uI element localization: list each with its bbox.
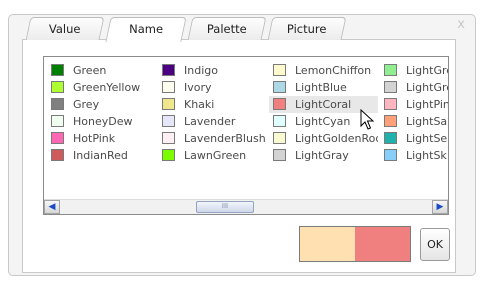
color-name-label: LightGoldenRod (295, 132, 378, 145)
color-swatch (51, 98, 64, 110)
color-swatch (51, 81, 64, 93)
color-swatch (162, 149, 175, 161)
color-swatch (162, 115, 175, 127)
scroll-left-button[interactable]: ◀ (44, 200, 60, 214)
color-list-item[interactable]: HoneyDew (47, 113, 155, 130)
color-list-item[interactable]: Ivory (158, 79, 266, 96)
color-swatch (384, 149, 397, 161)
grip-icon: III (221, 202, 229, 210)
color-name-label: Indigo (184, 64, 218, 77)
tab-name[interactable]: Name (105, 17, 187, 42)
color-list-item[interactable]: LightGoldenRod (269, 130, 378, 147)
color-list-item[interactable]: IndianRed (47, 147, 155, 164)
color-list-item[interactable]: LightSe (380, 130, 448, 147)
color-name-label: IndianRed (73, 149, 128, 162)
color-swatch (273, 115, 286, 127)
color-swatch (273, 64, 286, 76)
color-swatch (384, 115, 397, 127)
color-swatch (51, 149, 64, 161)
color-name-label: LightSa (406, 115, 448, 128)
color-swatch (51, 64, 64, 76)
color-swatch (384, 132, 397, 144)
color-list-item[interactable]: HotPink (47, 130, 155, 147)
color-swatch (162, 81, 175, 93)
color-name-list[interactable]: Green GreenYellow Grey HoneyDew HotPink India… (43, 56, 449, 215)
color-name-label: LightCoral (295, 98, 352, 111)
color-list-item[interactable]: Green (47, 62, 155, 79)
color-swatch (162, 98, 175, 110)
color-swatch (162, 64, 175, 76)
previous-color-swatch (300, 227, 355, 261)
color-swatch (162, 132, 175, 144)
color-list-item[interactable]: Khaki (158, 96, 266, 113)
color-list-item[interactable]: GreenYellow (47, 79, 155, 96)
color-name-label: LightGray (295, 149, 349, 162)
color-swatch (384, 64, 397, 76)
color-list-item[interactable]: LightPin (380, 96, 449, 113)
color-list-item[interactable]: LightGre (380, 79, 449, 96)
color-name-label: LawnGreen (184, 149, 247, 162)
color-list-item[interactable]: LightGre (380, 62, 449, 79)
color-list-item[interactable]: Grey (47, 96, 155, 113)
color-name-label: Ivory (184, 81, 212, 94)
tab-picture[interactable]: Picture (267, 17, 347, 40)
close-icon[interactable]: x (457, 18, 465, 32)
horizontal-scrollbar[interactable]: ◀ III ▶ (44, 199, 448, 214)
selected-color-swatch (355, 227, 410, 261)
color-name-label: HotPink (73, 132, 116, 145)
tab-value[interactable]: Value (25, 17, 105, 40)
color-swatch (51, 115, 64, 127)
tab-palette[interactable]: Palette (187, 17, 267, 40)
arrow-right-icon: ▶ (436, 202, 444, 212)
scroll-right-button[interactable]: ▶ (432, 200, 448, 214)
color-name-label: Grey (73, 98, 100, 111)
color-name-label: Green (73, 64, 107, 77)
color-swatch (273, 149, 286, 161)
color-name-label: LightGre (406, 64, 449, 77)
color-list-item[interactable]: LightGray (269, 147, 378, 164)
color-swatch (273, 81, 286, 93)
color-swatch (273, 132, 286, 144)
color-name-label: LightPin (406, 98, 449, 111)
color-name-label: LightSk (406, 149, 447, 162)
color-list-item[interactable]: LightSk (380, 147, 448, 164)
color-list-item[interactable]: LemonChiffon (269, 62, 378, 79)
ok-button[interactable]: OK (420, 228, 450, 261)
mouse-pointer-icon (360, 109, 374, 130)
color-name-label: GreenYellow (73, 81, 141, 94)
color-swatch (51, 132, 64, 144)
color-name-label: LemonChiffon (295, 64, 372, 77)
color-list-item[interactable]: LawnGreen (158, 147, 266, 164)
color-name-label: LavenderBlush (184, 132, 266, 145)
color-list-item[interactable]: LightBlue (269, 79, 378, 96)
color-swatch (384, 98, 397, 110)
color-name-label: Khaki (184, 98, 215, 111)
arrow-left-icon: ◀ (48, 202, 56, 212)
color-preview (299, 226, 411, 262)
color-name-label: LightSe (406, 132, 448, 145)
color-name-label: Lavender (184, 115, 236, 128)
color-list-item[interactable]: LightSa (380, 113, 448, 130)
color-name-label: HoneyDew (73, 115, 133, 128)
scroll-thumb[interactable]: III (196, 201, 254, 213)
color-name-label: LightCyan (295, 115, 351, 128)
color-list-item[interactable]: LavenderBlush (158, 130, 266, 147)
color-name-label: LightGre (406, 81, 449, 94)
color-swatch (384, 81, 397, 93)
color-name-label: LightBlue (295, 81, 347, 94)
color-list-item[interactable]: Indigo (158, 62, 266, 79)
color-list-item[interactable]: Lavender (158, 113, 266, 130)
color-swatch (273, 98, 286, 110)
